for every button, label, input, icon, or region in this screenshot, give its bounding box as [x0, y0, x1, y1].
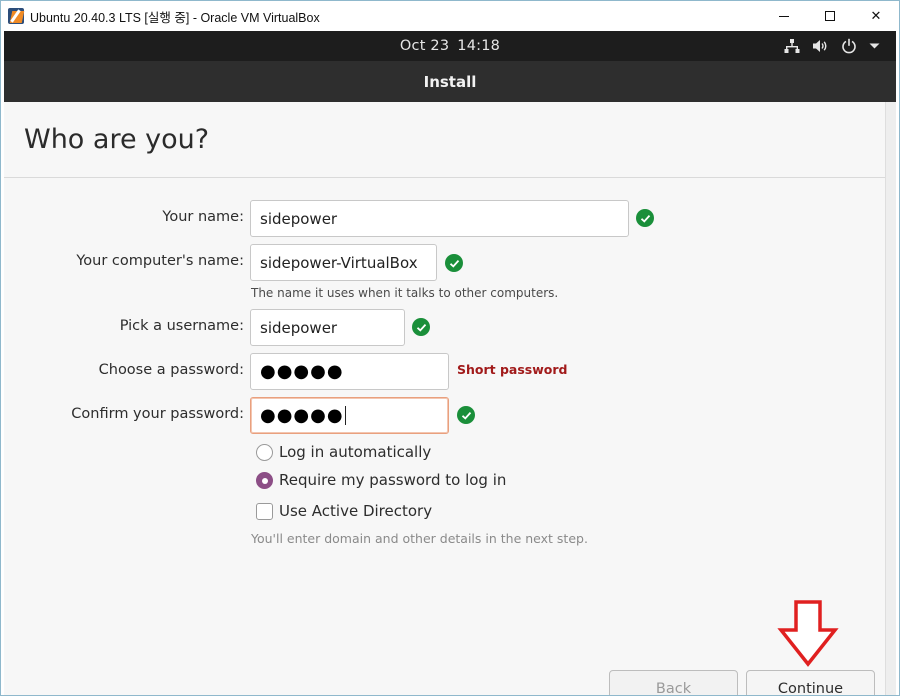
- password-field[interactable]: ●●●●●: [250, 353, 449, 390]
- maximize-icon: [825, 11, 835, 21]
- back-button[interactable]: Back: [609, 670, 738, 696]
- page-title: Who are you?: [24, 124, 210, 155]
- computer-name-field[interactable]: sidepower-VirtualBox: [250, 244, 437, 281]
- computer-name-hint: The name it uses when it talks to other …: [251, 286, 559, 300]
- header-title: Install: [423, 72, 477, 91]
- active-directory-option[interactable]: Use Active Directory: [256, 502, 432, 520]
- minimize-button[interactable]: [761, 1, 807, 31]
- login-automatically-radio[interactable]: [256, 443, 273, 461]
- active-directory-label: Use Active Directory: [279, 502, 433, 520]
- text-caret: [344, 406, 346, 425]
- installer-header: Install: [4, 61, 896, 102]
- installer-page: Who are you? Your name: sidepower Your c…: [4, 102, 896, 696]
- username-label: Pick a username:: [119, 318, 244, 334]
- network-icon: [784, 39, 800, 53]
- name-label: Your name:: [162, 209, 244, 225]
- clock-time: 14:18: [457, 38, 501, 54]
- window-title: Ubuntu 20.40.3 LTS [실행 중] - Oracle VM Vi…: [30, 10, 320, 25]
- require-password-radio[interactable]: [256, 471, 273, 489]
- clock-date: Oct 23: [399, 38, 450, 54]
- require-password-label: Require my password to log in: [279, 471, 507, 489]
- confirm-password-field[interactable]: ●●●●●: [250, 397, 449, 434]
- virtualbox-window: Ubuntu 20.40.3 LTS [실행 중] - Oracle VM Vi…: [0, 0, 900, 696]
- volume-icon: [813, 40, 827, 52]
- require-password-option[interactable]: Require my password to log in: [256, 471, 506, 489]
- back-button-label: Back: [655, 681, 692, 696]
- name-valid-icon: [636, 209, 654, 227]
- power-icon: [842, 38, 856, 54]
- password-label: Choose a password:: [98, 362, 244, 378]
- name-value: sidepower: [260, 209, 338, 228]
- login-automatically-label: Log in automatically: [279, 443, 432, 461]
- login-automatically-option[interactable]: Log in automatically: [256, 443, 431, 461]
- gnome-top-bar: Oct 23 14:18: [4, 31, 896, 61]
- computer-name-value: sidepower-VirtualBox: [260, 253, 418, 272]
- active-directory-hint: You'll enter domain and other details in…: [251, 531, 588, 546]
- password-value: ●●●●●: [260, 361, 344, 382]
- computer-name-valid-icon: [445, 254, 463, 272]
- name-field[interactable]: sidepower: [250, 200, 629, 237]
- dropdown-arrow-icon: [869, 43, 880, 49]
- close-button[interactable]: ✕: [853, 1, 899, 31]
- confirm-password-valid-icon: [457, 406, 475, 424]
- confirm-password-label: Confirm your password:: [71, 406, 244, 422]
- window-titlebar: Ubuntu 20.40.3 LTS [실행 중] - Oracle VM Vi…: [1, 1, 899, 31]
- computer-name-label: Your computer's name:: [76, 253, 244, 269]
- maximize-button[interactable]: [807, 1, 853, 31]
- continue-button-label: Continue: [777, 681, 844, 696]
- system-tray[interactable]: [784, 31, 880, 61]
- clock[interactable]: Oct 23 14:18: [400, 38, 500, 54]
- minimize-icon: [779, 15, 789, 17]
- username-valid-icon: [412, 318, 430, 336]
- annotation-arrow-down-icon: [777, 600, 839, 667]
- continue-button[interactable]: Continue: [746, 670, 875, 696]
- active-directory-checkbox[interactable]: [256, 502, 273, 520]
- confirm-password-value: ●●●●●: [260, 405, 344, 426]
- username-field[interactable]: sidepower: [250, 309, 405, 346]
- password-strength-warning: Short password: [457, 362, 568, 377]
- divider: [4, 177, 889, 178]
- close-icon: ✕: [870, 8, 882, 24]
- username-value: sidepower: [260, 318, 338, 337]
- scroll-area-edge: [885, 102, 896, 695]
- virtualbox-icon: [8, 8, 25, 24]
